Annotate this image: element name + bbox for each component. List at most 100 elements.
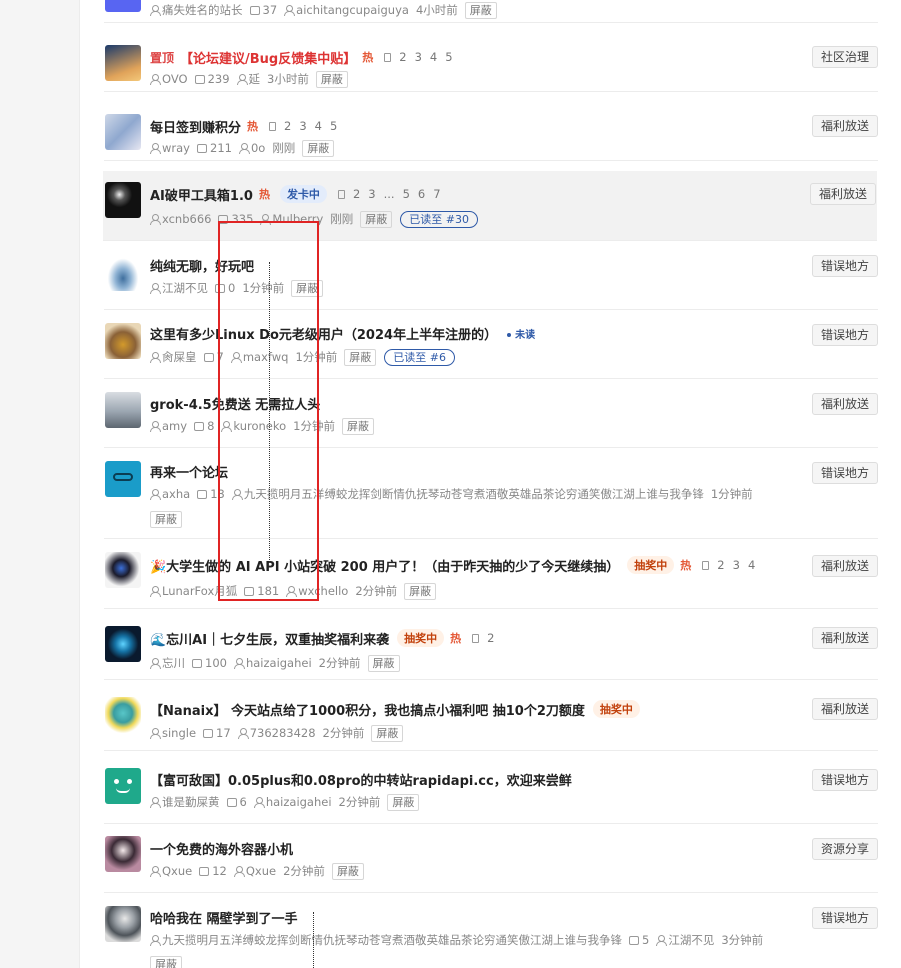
topic-title[interactable]: 哈哈我在 隔壁学到了一手 bbox=[150, 908, 298, 927]
last-read-chip[interactable]: 已读至 #30 bbox=[400, 210, 478, 228]
topic-title[interactable]: 这里有多少Linux Do元老级用户（2024年上半年注册的） bbox=[150, 324, 497, 343]
poster-name[interactable]: OVO bbox=[162, 72, 188, 86]
last-poster-name[interactable]: 0o bbox=[251, 141, 265, 155]
avatar[interactable] bbox=[105, 626, 141, 662]
page-link[interactable]: 5 bbox=[330, 119, 337, 133]
category-button[interactable]: 错误地方 bbox=[811, 769, 878, 791]
poster-name[interactable]: 谁是勤屎黄 bbox=[162, 794, 220, 810]
poster-name[interactable]: single bbox=[162, 726, 196, 740]
page-link[interactable]: 4 bbox=[430, 50, 437, 64]
avatar[interactable] bbox=[105, 323, 141, 359]
topic-row[interactable]: 哈哈我在 隔壁学到了一手 九天揽明月五洋缚蛟龙挥剑断情仇抚琴动苍穹煮酒敬英雄品茶… bbox=[104, 893, 878, 968]
poster-name[interactable]: 肏屎皇 bbox=[162, 349, 197, 365]
block-button[interactable]: 屏蔽 bbox=[341, 417, 374, 435]
page-link[interactable]: 5 bbox=[445, 50, 452, 64]
reply-count: 100 bbox=[205, 656, 227, 670]
poster-name[interactable]: 忘川 bbox=[162, 655, 185, 671]
avatar[interactable] bbox=[105, 392, 141, 428]
page-link[interactable]: 2 bbox=[284, 119, 291, 133]
topic-row[interactable]: 【富可敌国】0.05plus和0.08pro的中转站rapidapi.cc，欢迎… bbox=[104, 751, 878, 824]
category-button[interactable]: 福利放送 bbox=[811, 698, 878, 720]
page-link[interactable]: 7 bbox=[433, 187, 440, 201]
block-button[interactable]: 屏蔽 bbox=[367, 654, 400, 672]
block-button[interactable]: 屏蔽 bbox=[315, 70, 348, 88]
block-button[interactable]: 屏蔽 bbox=[360, 210, 393, 228]
page-link[interactable]: 6 bbox=[418, 187, 425, 201]
category-button[interactable]: 错误地方 bbox=[811, 255, 878, 277]
poster-name[interactable]: xcnb666 bbox=[162, 212, 211, 226]
avatar[interactable] bbox=[105, 461, 141, 497]
poster-name[interactable]: Qxue bbox=[162, 864, 192, 878]
block-button[interactable]: 屏蔽 bbox=[150, 955, 182, 968]
avatar[interactable] bbox=[105, 836, 141, 872]
topic-row[interactable]: 每日签到赚积分 热 2 3 4 5 wray 211 0o 刚刚 屏蔽 福利放送 bbox=[104, 92, 878, 161]
avatar[interactable] bbox=[105, 255, 141, 291]
page-link[interactable]: 4 bbox=[748, 558, 755, 572]
block-button[interactable]: 屏蔽 bbox=[331, 862, 364, 880]
category-button[interactable]: 福利放送 bbox=[811, 555, 878, 577]
category-button[interactable]: 资源分享 bbox=[811, 838, 878, 860]
page-link[interactable]: 5 bbox=[403, 187, 410, 201]
last-poster-name[interactable]: 江湖不见 bbox=[668, 932, 714, 948]
last-poster-name[interactable]: haizaigahei bbox=[266, 795, 332, 809]
page-link[interactable]: 2 bbox=[353, 187, 360, 201]
category-button[interactable]: 福利放送 bbox=[809, 183, 876, 205]
page-link[interactable]: 4 bbox=[315, 119, 322, 133]
last-poster-name[interactable]: haizaigahei bbox=[246, 656, 312, 670]
topic-row[interactable]: 一个免费的海外容器小机 Qxue 12 Qxue 2分钟前 屏蔽 资源分享 bbox=[104, 824, 878, 893]
topic-row[interactable]: 【Nanaix】 今天站点给了1000积分，我也搞点小福利吧 抽10个2刀额度 … bbox=[104, 680, 878, 751]
category-button[interactable]: 福利放送 bbox=[811, 393, 878, 415]
topic-title[interactable]: 一个免费的海外容器小机 bbox=[150, 839, 293, 858]
page-link[interactable]: 3 bbox=[299, 119, 306, 133]
page-link[interactable]: 3 bbox=[368, 187, 375, 201]
block-button[interactable]: 屏蔽 bbox=[404, 582, 437, 600]
last-read-chip[interactable]: 已读至 #6 bbox=[384, 348, 455, 366]
page-link[interactable]: 3 bbox=[733, 558, 740, 572]
avatar[interactable] bbox=[105, 45, 141, 81]
avatar[interactable] bbox=[105, 114, 141, 150]
last-poster-name[interactable]: 延 bbox=[249, 71, 261, 87]
avatar[interactable] bbox=[105, 697, 141, 733]
topic-title[interactable]: 【富可敌国】0.05plus和0.08pro的中转站rapidapi.cc，欢迎… bbox=[150, 770, 572, 789]
category-button[interactable]: 错误地方 bbox=[811, 907, 878, 929]
block-button[interactable]: 屏蔽 bbox=[371, 724, 404, 742]
topic-title[interactable]: 【论坛建议/Bug反馈集中贴】 bbox=[180, 48, 356, 67]
avatar[interactable] bbox=[105, 768, 141, 804]
avatar[interactable] bbox=[105, 0, 141, 12]
poster-name[interactable]: axha bbox=[162, 487, 190, 501]
block-button[interactable]: 屏蔽 bbox=[302, 139, 335, 157]
block-button[interactable]: 屏蔽 bbox=[464, 1, 497, 19]
category-button[interactable]: 社区治理 bbox=[811, 46, 878, 68]
title-line: 这里有多少Linux Do元老级用户（2024年上半年注册的） 未读 bbox=[150, 322, 535, 344]
last-poster-name[interactable]: 736283428 bbox=[250, 726, 316, 740]
category-button[interactable]: 错误地方 bbox=[811, 462, 878, 484]
avatar[interactable] bbox=[105, 552, 141, 588]
poster-name[interactable]: amy bbox=[162, 419, 187, 433]
topic-title[interactable]: 🌊忘川AI｜七夕生辰，双重抽奖福利来袭 bbox=[150, 629, 389, 648]
poster-name[interactable]: 痛失姓名的站长 bbox=[162, 2, 243, 18]
topic-title[interactable]: 【Nanaix】 今天站点给了1000积分，我也搞点小福利吧 抽10个2刀额度 bbox=[150, 700, 585, 719]
poster-name[interactable]: 江湖不见 bbox=[162, 280, 208, 296]
last-poster-name[interactable]: Qxue bbox=[246, 864, 276, 878]
block-button[interactable]: 屏蔽 bbox=[344, 348, 377, 366]
avatar[interactable] bbox=[105, 182, 141, 218]
poster-name[interactable]: wray bbox=[162, 141, 190, 155]
topic-row[interactable]: 🌊忘川AI｜七夕生辰，双重抽奖福利来袭 抽奖中 热 2 忘川 100 haiza… bbox=[104, 609, 878, 680]
topic-title[interactable]: AI破甲工具箱1.0 bbox=[150, 185, 253, 204]
page-link[interactable]: 2 bbox=[487, 631, 494, 645]
topic-row[interactable]: 痛失姓名的站长 37 aichitangcupaiguya 4小时前 屏蔽 bbox=[104, 0, 878, 23]
block-button[interactable]: 屏蔽 bbox=[150, 510, 182, 528]
page-link[interactable]: 2 bbox=[717, 558, 724, 572]
last-poster-name[interactable]: aichitangcupaiguya bbox=[296, 3, 409, 17]
category-button[interactable]: 福利放送 bbox=[811, 627, 878, 649]
page-link[interactable]: 3 bbox=[415, 50, 422, 64]
topic-title[interactable]: 再来一个论坛 bbox=[150, 462, 228, 481]
category-button[interactable]: 福利放送 bbox=[811, 115, 878, 137]
page-link[interactable]: 2 bbox=[399, 50, 406, 64]
poster-name[interactable]: 九天揽明月五洋缚蛟龙挥剑断情仇抚琴动苍穹煮酒敬英雄品茶论穷通笑傲江湖上谁与我争锋 bbox=[162, 932, 622, 948]
topic-title[interactable]: 每日签到赚积分 bbox=[150, 117, 241, 136]
block-button[interactable]: 屏蔽 bbox=[387, 793, 420, 811]
topic-row[interactable]: 置顶 【论坛建议/Bug反馈集中贴】 热 2 3 4 5 OVO 239 延 3… bbox=[104, 23, 878, 92]
avatar[interactable] bbox=[105, 906, 141, 942]
category-button[interactable]: 错误地方 bbox=[811, 324, 878, 346]
